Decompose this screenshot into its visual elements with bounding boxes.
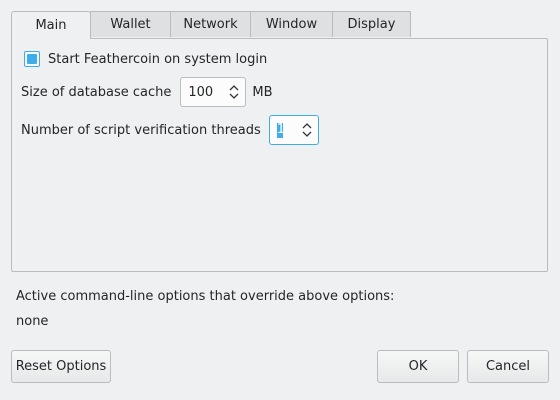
- script-threads-label: Number of script verification threads: [21, 122, 261, 138]
- tab-main[interactable]: Main: [11, 11, 91, 39]
- tab-wallet[interactable]: Wallet: [90, 11, 171, 37]
- chevron-up-icon[interactable]: [302, 123, 312, 129]
- reset-options-button[interactable]: Reset Options: [11, 350, 111, 383]
- db-cache-unit: MB: [252, 84, 273, 100]
- db-cache-spinbox[interactable]: 100: [180, 77, 247, 107]
- override-options-value: none: [16, 314, 49, 329]
- main-tab-panel: Start Feathercoin on system login Size o…: [11, 38, 548, 272]
- script-threads-value[interactable]: 1: [277, 122, 285, 138]
- db-cache-stepper: [227, 78, 245, 106]
- script-threads-stepper: [300, 116, 318, 144]
- override-options-label: Active command-line options that overrid…: [16, 289, 395, 304]
- db-cache-label: Size of database cache: [21, 84, 172, 100]
- checkbox-checked-mark: [27, 54, 37, 64]
- start-on-login-checkbox[interactable]: [24, 51, 40, 67]
- tab-network[interactable]: Network: [170, 11, 251, 37]
- chevron-down-icon[interactable]: [229, 93, 239, 99]
- chevron-up-icon[interactable]: [229, 85, 239, 91]
- chevron-down-icon[interactable]: [302, 131, 312, 137]
- db-cache-value[interactable]: 100: [181, 85, 227, 100]
- tab-bar: Main Wallet Network Window Display: [11, 11, 411, 39]
- cancel-button[interactable]: Cancel: [467, 350, 549, 383]
- start-on-login-option[interactable]: Start Feathercoin on system login: [24, 51, 267, 67]
- script-threads-spinbox[interactable]: 1: [268, 115, 319, 145]
- text-selection: 1: [276, 122, 285, 138]
- tab-window[interactable]: Window: [250, 11, 333, 37]
- ok-button[interactable]: OK: [377, 350, 459, 383]
- db-cache-row: Size of database cache 100 MB: [21, 77, 273, 107]
- tab-display[interactable]: Display: [332, 11, 411, 37]
- script-threads-row: Number of script verification threads 1: [21, 115, 319, 145]
- start-on-login-label[interactable]: Start Feathercoin on system login: [48, 52, 267, 67]
